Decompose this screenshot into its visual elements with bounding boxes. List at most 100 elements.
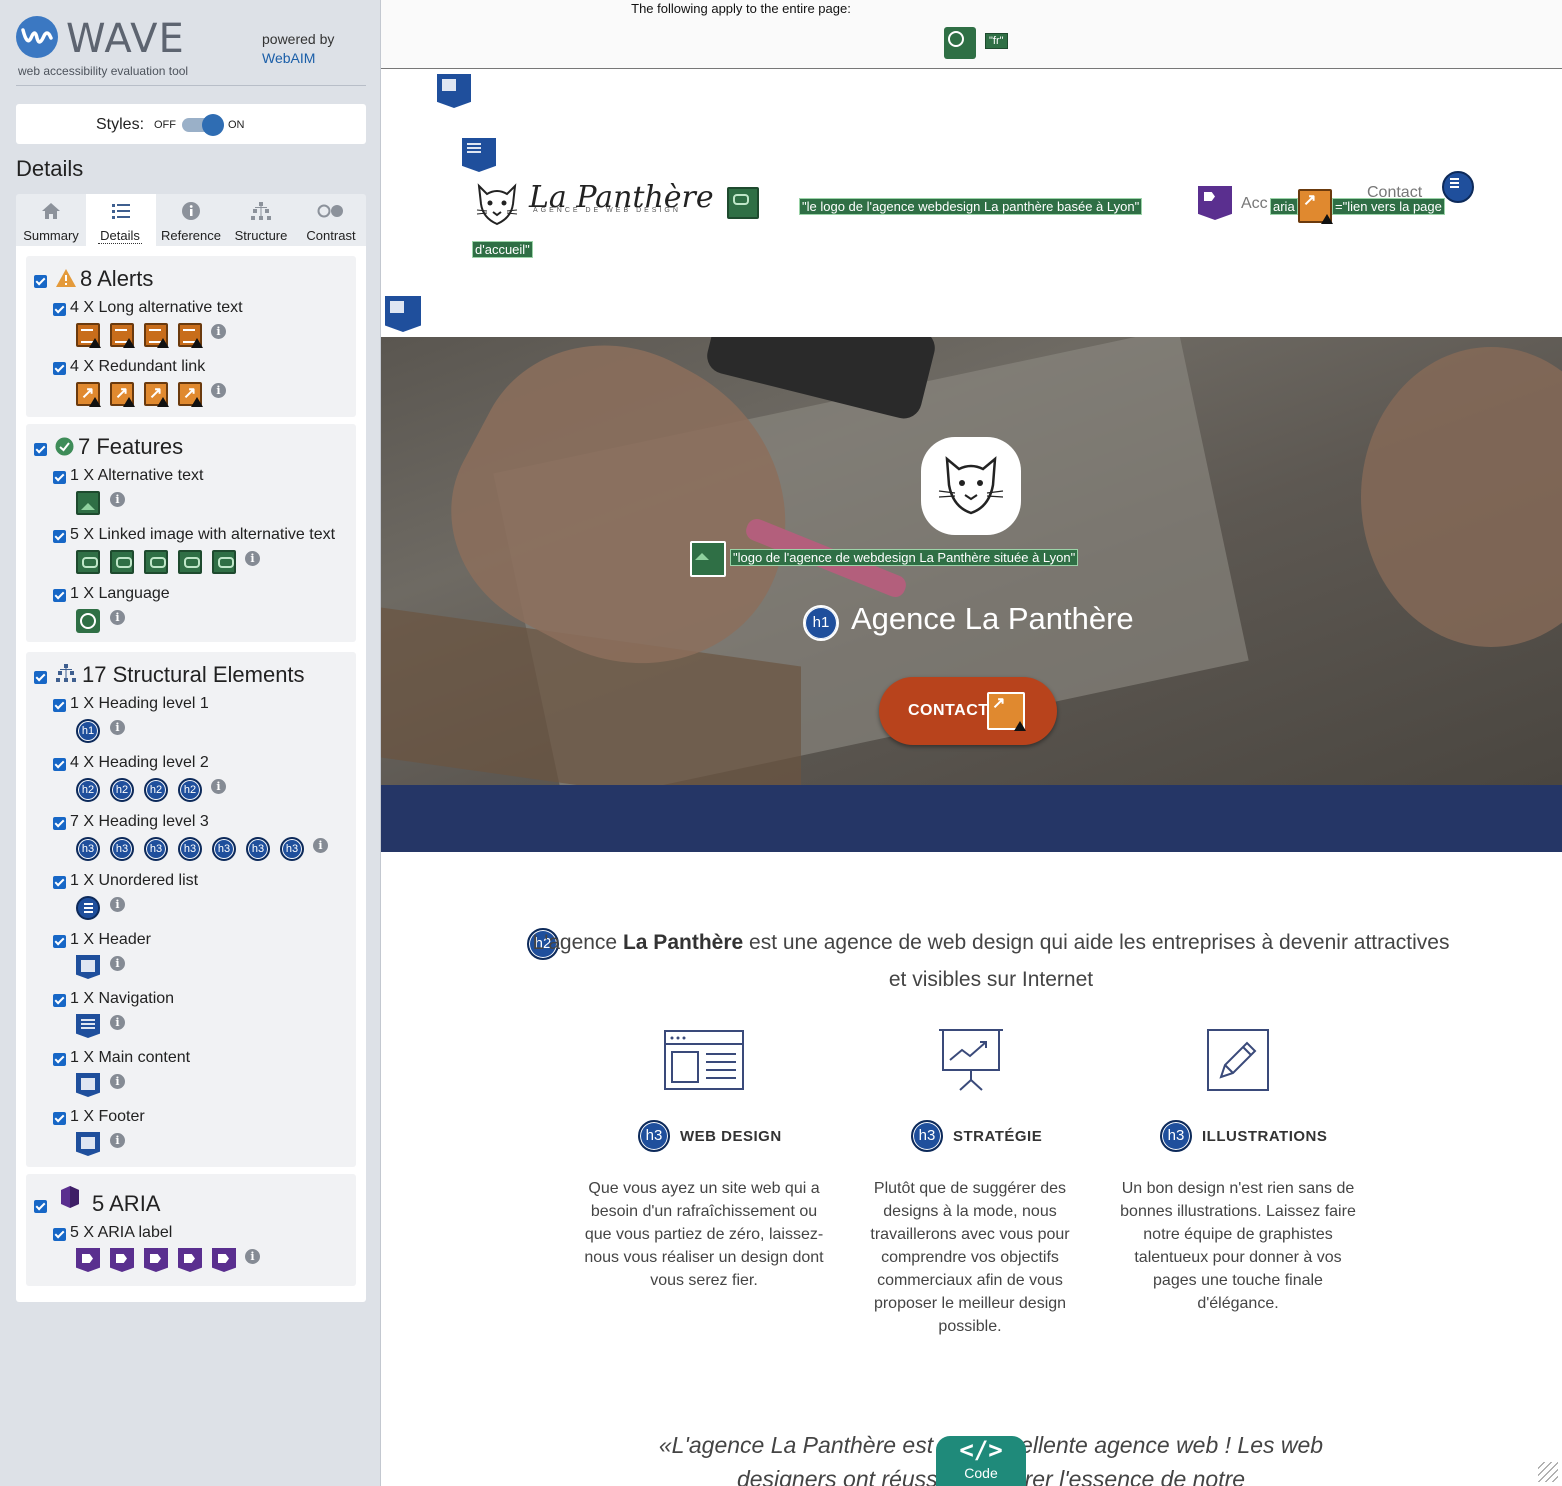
h1-info-icon[interactable]: i bbox=[110, 720, 125, 735]
linked-image-icon[interactable] bbox=[178, 550, 202, 574]
heading-3-icon[interactable]: h3 bbox=[1160, 1120, 1192, 1152]
navigation-icon[interactable] bbox=[76, 1014, 100, 1038]
redundant-link-checkbox[interactable] bbox=[53, 362, 66, 375]
redundant-link-icon[interactable] bbox=[987, 692, 1026, 731]
main-info-icon[interactable]: i bbox=[110, 1074, 125, 1089]
linked-image-icon[interactable] bbox=[144, 550, 168, 574]
structure-checkbox[interactable] bbox=[34, 671, 47, 684]
linked-image-icon[interactable] bbox=[76, 550, 100, 574]
long-alt-icon[interactable] bbox=[144, 323, 169, 348]
long-alt-icon[interactable] bbox=[178, 323, 203, 348]
redundant-link-icon[interactable] bbox=[178, 382, 203, 407]
h1-checkbox[interactable] bbox=[53, 699, 66, 712]
page-preview: The following apply to the entire page: … bbox=[381, 0, 1562, 1486]
h2-info-icon[interactable]: i bbox=[211, 779, 226, 794]
h3-info-icon[interactable]: i bbox=[313, 838, 328, 853]
alt-text-icon[interactable] bbox=[690, 541, 726, 577]
features-checkbox[interactable] bbox=[34, 443, 47, 456]
tab-details-label: Details bbox=[98, 228, 142, 244]
long-alt-icon[interactable] bbox=[110, 323, 135, 348]
navigation-region-icon[interactable] bbox=[462, 138, 496, 172]
redundant-link-icon[interactable] bbox=[76, 382, 101, 407]
main-checkbox[interactable] bbox=[53, 1053, 66, 1066]
main-region-icon[interactable] bbox=[385, 296, 421, 332]
heading-3-icon[interactable]: h3 bbox=[178, 837, 202, 861]
footer-checkbox[interactable] bbox=[53, 1112, 66, 1125]
wave-logo-icon[interactable] bbox=[16, 16, 58, 58]
nav-accueil-link[interactable]: Acc bbox=[1241, 195, 1268, 213]
tab-summary[interactable]: Summary bbox=[16, 194, 86, 246]
contact-button[interactable]: CONTACT bbox=[879, 677, 1057, 745]
header-info-icon[interactable]: i bbox=[110, 956, 125, 971]
aria-label-icons bbox=[76, 1248, 236, 1272]
redundant-link-icon[interactable] bbox=[1298, 189, 1333, 224]
aria-label-icon[interactable] bbox=[110, 1248, 134, 1272]
unordered-list-icon[interactable] bbox=[1442, 171, 1474, 203]
heading-3-icon[interactable]: h3 bbox=[144, 837, 168, 861]
heading-3-icon[interactable]: h3 bbox=[110, 837, 134, 861]
header-checkbox[interactable] bbox=[53, 935, 66, 948]
alt-text-info-icon[interactable]: i bbox=[110, 492, 125, 507]
linked-image-checkbox[interactable] bbox=[53, 530, 66, 543]
language-info-icon[interactable]: i bbox=[110, 610, 125, 625]
aria-label-icon[interactable] bbox=[1198, 186, 1232, 220]
heading-3-icon[interactable]: h3 bbox=[280, 837, 304, 861]
heading-2-icon[interactable]: h2 bbox=[144, 778, 168, 802]
h3-checkbox[interactable] bbox=[53, 817, 66, 830]
ul-checkbox[interactable] bbox=[53, 876, 66, 889]
styles-toggle-knob[interactable] bbox=[202, 114, 224, 136]
long-alt-icon[interactable] bbox=[76, 323, 101, 348]
linked-image-info-icon[interactable]: i bbox=[245, 551, 260, 566]
heading-3-icon[interactable]: h3 bbox=[246, 837, 270, 861]
header-region-icon[interactable] bbox=[437, 74, 471, 108]
main-content-icon[interactable] bbox=[76, 1073, 100, 1097]
aria-label-icon[interactable] bbox=[212, 1248, 236, 1272]
language-checkbox[interactable] bbox=[53, 589, 66, 602]
heading-3-icon[interactable]: h3 bbox=[76, 837, 100, 861]
aria-checkbox[interactable] bbox=[34, 1200, 47, 1213]
heading-1-icon[interactable]: h1 bbox=[803, 605, 839, 641]
site-logo[interactable]: La Panthère AGENCE DE WEB DESIGN bbox=[473, 180, 714, 226]
navigation-info-icon[interactable]: i bbox=[110, 1015, 125, 1030]
linked-image-icon[interactable] bbox=[110, 550, 134, 574]
unordered-list-icon[interactable] bbox=[76, 896, 100, 920]
heading-3-icon[interactable]: h3 bbox=[638, 1120, 670, 1152]
tab-details[interactable]: Details bbox=[86, 194, 156, 246]
alt-text-checkbox[interactable] bbox=[53, 471, 66, 484]
webaim-link[interactable]: WebAIM bbox=[262, 49, 334, 68]
resize-handle-icon[interactable] bbox=[1538, 1462, 1558, 1482]
language-icon[interactable] bbox=[944, 27, 976, 59]
nav-contact-link[interactable]: Contact bbox=[1367, 184, 1422, 202]
linked-image-icon[interactable] bbox=[727, 187, 759, 219]
heading-3-icon[interactable]: h3 bbox=[911, 1120, 943, 1152]
tab-structure[interactable]: Structure bbox=[226, 194, 296, 246]
heading-2-icon[interactable]: h2 bbox=[76, 778, 100, 802]
h2-checkbox[interactable] bbox=[53, 758, 66, 771]
aria-label-checkbox[interactable] bbox=[53, 1228, 66, 1241]
heading-2-icon[interactable]: h2 bbox=[110, 778, 134, 802]
redundant-link-info-icon[interactable]: i bbox=[211, 383, 226, 398]
header-icon[interactable] bbox=[76, 955, 100, 979]
aria-label-icon[interactable] bbox=[178, 1248, 202, 1272]
aria-label-info-icon[interactable]: i bbox=[245, 1249, 260, 1264]
long-alt-checkbox[interactable] bbox=[53, 303, 66, 316]
heading-1-icon[interactable]: h1 bbox=[76, 719, 100, 743]
code-toggle-button[interactable]: </> Code bbox=[936, 1436, 1026, 1486]
redundant-link-icon[interactable] bbox=[110, 382, 135, 407]
alt-text-icon[interactable] bbox=[76, 491, 100, 515]
ul-info-icon[interactable]: i bbox=[110, 897, 125, 912]
aria-label-icon[interactable] bbox=[144, 1248, 168, 1272]
long-alt-info-icon[interactable]: i bbox=[211, 324, 226, 339]
redundant-link-icon[interactable] bbox=[144, 382, 169, 407]
aria-label-icon[interactable] bbox=[76, 1248, 100, 1272]
footer-icon[interactable] bbox=[76, 1132, 100, 1156]
heading-3-icon[interactable]: h3 bbox=[212, 837, 236, 861]
alerts-checkbox[interactable] bbox=[34, 275, 47, 288]
language-icon[interactable] bbox=[76, 609, 100, 633]
linked-image-icon[interactable] bbox=[212, 550, 236, 574]
footer-info-icon[interactable]: i bbox=[110, 1133, 125, 1148]
navigation-checkbox[interactable] bbox=[53, 994, 66, 1007]
tab-reference[interactable]: Reference bbox=[156, 194, 226, 246]
tab-contrast[interactable]: Contrast bbox=[296, 194, 366, 246]
heading-2-icon[interactable]: h2 bbox=[178, 778, 202, 802]
